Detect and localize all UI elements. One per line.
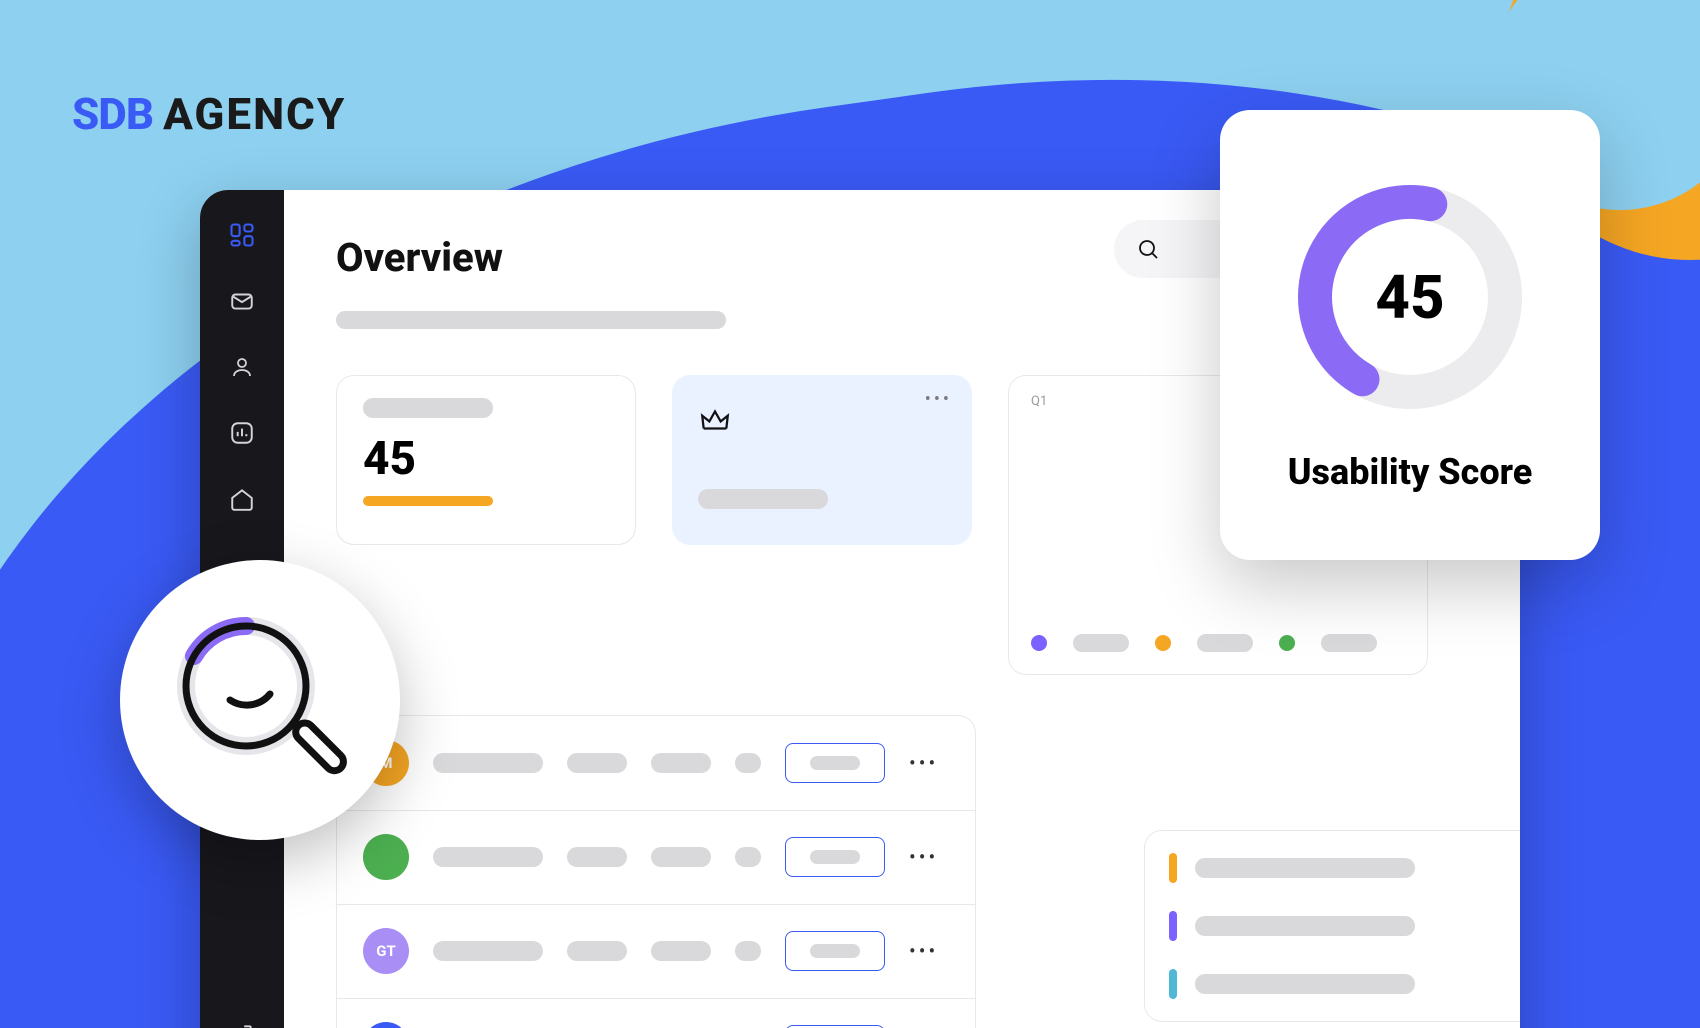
list-label-placeholder	[1195, 858, 1415, 878]
row-action-button[interactable]	[785, 931, 885, 971]
metric-label-placeholder	[363, 398, 493, 418]
chart-legend	[1031, 634, 1377, 652]
magnifier-badge	[120, 560, 400, 840]
nav-inbox[interactable]	[227, 286, 257, 316]
list-label-placeholder	[1195, 916, 1415, 936]
chart-period-label: Q1	[1031, 394, 1047, 409]
cell-placeholder	[433, 753, 543, 773]
metric-value: 45	[363, 432, 609, 486]
subtitle-placeholder	[336, 311, 726, 329]
mail-icon	[229, 288, 255, 314]
brand-word-1: SDB	[72, 88, 153, 140]
row-action-button[interactable]	[785, 743, 885, 783]
brand-word-2: AGENCY	[163, 88, 346, 140]
chart-icon	[229, 420, 255, 446]
legend-dot-purple	[1031, 635, 1047, 651]
list-tick-orange	[1169, 853, 1177, 883]
magnifier-icon	[160, 600, 360, 800]
row-more-icon[interactable]: •••	[909, 939, 938, 963]
usability-score-value: 45	[1290, 177, 1530, 417]
cell-placeholder	[735, 753, 761, 773]
cell-placeholder	[567, 753, 627, 773]
list-item[interactable]	[1169, 911, 1520, 941]
nav-logout[interactable]	[227, 1020, 257, 1028]
cell-placeholder	[433, 941, 543, 961]
featured-card[interactable]: •••	[672, 375, 972, 545]
table-row[interactable]: GT •••	[337, 904, 975, 998]
table-row[interactable]: •••	[337, 810, 975, 904]
cell-placeholder	[651, 941, 711, 961]
card-more-icon[interactable]: •••	[925, 389, 952, 410]
legend-dot-orange	[1155, 635, 1171, 651]
cell-placeholder	[651, 753, 711, 773]
nav-home[interactable]	[227, 484, 257, 514]
cell-placeholder	[567, 941, 627, 961]
list-tick-purple	[1169, 911, 1177, 941]
usability-score-label: Usability Score	[1288, 451, 1533, 493]
cell-placeholder	[735, 941, 761, 961]
cell-placeholder	[433, 847, 543, 867]
user-icon	[230, 355, 254, 379]
grid-icon	[228, 221, 256, 249]
home-icon	[229, 486, 255, 512]
brand-logo: SDB AGENCY	[72, 88, 346, 140]
metric-underline	[363, 496, 493, 506]
table-row[interactable]: M •••	[337, 716, 975, 810]
list-item[interactable]	[1169, 853, 1520, 883]
list-label-placeholder	[1195, 974, 1415, 994]
legend-dot-green	[1279, 635, 1295, 651]
cell-placeholder	[651, 847, 711, 867]
row-more-icon[interactable]: •••	[909, 751, 938, 775]
usability-score-card: 45 Usability Score	[1220, 110, 1600, 560]
row-action-button[interactable]	[785, 837, 885, 877]
avatar: WH	[363, 1022, 409, 1028]
cell-placeholder	[735, 847, 761, 867]
legend-label-placeholder	[1197, 634, 1253, 652]
legend-label-placeholder	[1073, 634, 1129, 652]
metric-card[interactable]: 45	[336, 375, 636, 545]
list-item[interactable]	[1169, 969, 1520, 999]
cell-placeholder	[567, 847, 627, 867]
nav-dashboard[interactable]	[227, 220, 257, 250]
logout-icon	[229, 1022, 255, 1028]
avatar: GT	[363, 928, 409, 974]
avatar	[363, 834, 409, 880]
row-more-icon[interactable]: •••	[909, 845, 938, 869]
nav-analytics[interactable]	[227, 418, 257, 448]
crown-icon	[698, 403, 946, 441]
users-table: M ••• ••• GT	[336, 715, 976, 1028]
list-tick-cyan	[1169, 969, 1177, 999]
usability-donut: 45	[1290, 177, 1530, 417]
activity-list	[1144, 830, 1520, 1022]
legend-label-placeholder	[1321, 634, 1377, 652]
featured-label-placeholder	[698, 489, 828, 509]
search-icon	[1136, 237, 1160, 261]
table-row[interactable]: WH •••	[337, 998, 975, 1028]
nav-profile[interactable]	[227, 352, 257, 382]
